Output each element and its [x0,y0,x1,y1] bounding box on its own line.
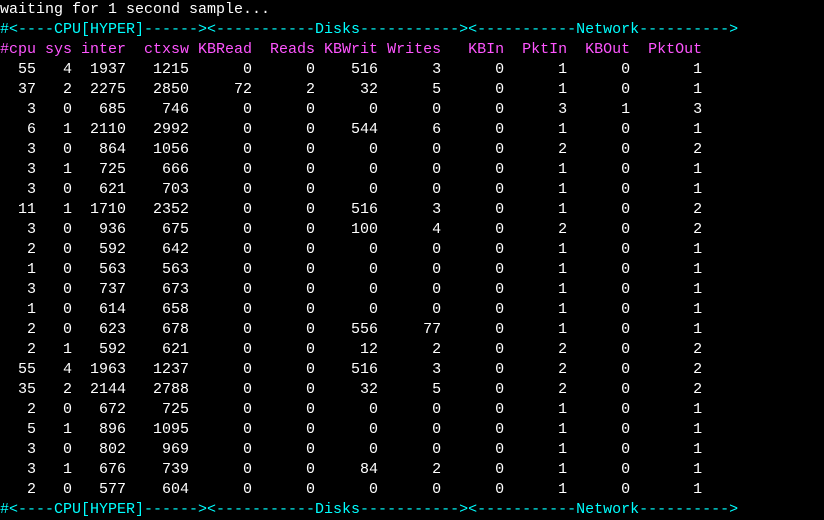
column-headers: #cpu sys inter ctxsw KBRead Reads KBWrit… [0,40,824,60]
data-row: 3 0 621 703 0 0 0 0 0 1 0 1 [0,180,824,200]
wait-line: waiting for 1 second sample... [0,0,824,20]
data-row: 2 1 592 621 0 0 12 2 0 2 0 2 [0,340,824,360]
data-row: 3 0 864 1056 0 0 0 0 0 2 0 2 [0,140,824,160]
data-row: 35 2 2144 2788 0 0 32 5 0 2 0 2 [0,380,824,400]
data-row: 5 1 896 1095 0 0 0 0 0 1 0 1 [0,420,824,440]
data-row: 11 1 1710 2352 0 0 516 3 0 1 0 2 [0,200,824,220]
data-row: 2 0 623 678 0 0 556 77 0 1 0 1 [0,320,824,340]
section-rule-bottom: #<----CPU[HYPER]------><-----------Disks… [0,500,824,520]
data-row: 3 1 676 739 0 0 84 2 0 1 0 1 [0,460,824,480]
data-row: 6 1 2110 2992 0 0 544 6 0 1 0 1 [0,120,824,140]
data-row: 1 0 614 658 0 0 0 0 0 1 0 1 [0,300,824,320]
data-row: 2 0 672 725 0 0 0 0 0 1 0 1 [0,400,824,420]
data-row: 37 2 2275 2850 72 2 32 5 0 1 0 1 [0,80,824,100]
data-row: 55 4 1963 1237 0 0 516 3 0 2 0 2 [0,360,824,380]
data-row: 1 0 563 563 0 0 0 0 0 1 0 1 [0,260,824,280]
data-row: 3 0 737 673 0 0 0 0 0 1 0 1 [0,280,824,300]
section-rule-top: #<----CPU[HYPER]------><-----------Disks… [0,20,824,40]
terminal-output: waiting for 1 second sample...#<----CPU[… [0,0,824,520]
data-row: 3 0 802 969 0 0 0 0 0 1 0 1 [0,440,824,460]
data-row: 2 0 592 642 0 0 0 0 0 1 0 1 [0,240,824,260]
data-row: 3 1 725 666 0 0 0 0 0 1 0 1 [0,160,824,180]
data-row: 3 0 685 746 0 0 0 0 0 3 1 3 [0,100,824,120]
data-row: 55 4 1937 1215 0 0 516 3 0 1 0 1 [0,60,824,80]
data-row: 2 0 577 604 0 0 0 0 0 1 0 1 [0,480,824,500]
data-row: 3 0 936 675 0 0 100 4 0 2 0 2 [0,220,824,240]
